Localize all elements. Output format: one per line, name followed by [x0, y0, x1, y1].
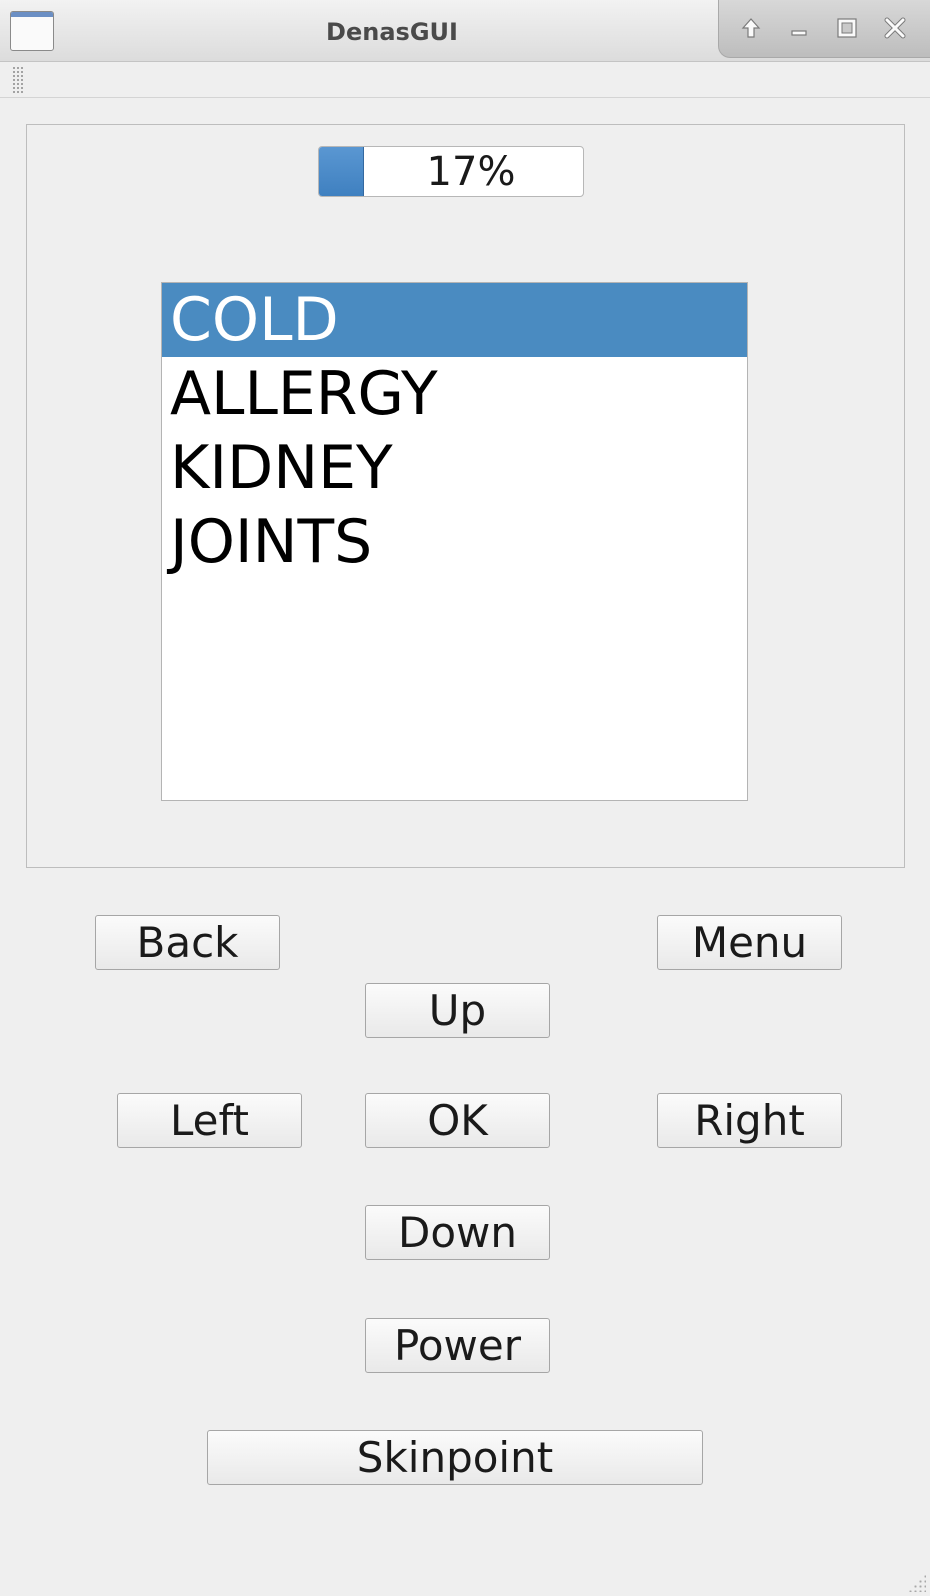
back-button[interactable]: Back: [95, 915, 280, 970]
progress-fill: [319, 147, 364, 196]
program-list[interactable]: COLD ALLERGY KIDNEY JOINTS: [161, 282, 748, 801]
window-controls: [718, 0, 930, 58]
toolbar: [0, 62, 930, 98]
maximize-icon[interactable]: [829, 10, 865, 46]
list-item[interactable]: JOINTS: [162, 505, 747, 579]
window-title: DenasGUI: [326, 18, 458, 46]
menu-button[interactable]: Menu: [657, 915, 842, 970]
keep-above-icon[interactable]: [733, 10, 769, 46]
right-button[interactable]: Right: [657, 1093, 842, 1148]
skinpoint-button[interactable]: Skinpoint: [207, 1430, 703, 1485]
list-item[interactable]: COLD: [162, 283, 747, 357]
power-button[interactable]: Power: [365, 1318, 550, 1373]
down-button[interactable]: Down: [365, 1205, 550, 1260]
progress-bar: 17%: [318, 146, 584, 197]
list-item[interactable]: ALLERGY: [162, 357, 747, 431]
close-icon[interactable]: [877, 10, 913, 46]
resize-grip-icon[interactable]: [908, 1574, 926, 1592]
up-button[interactable]: Up: [365, 983, 550, 1038]
left-button[interactable]: Left: [117, 1093, 302, 1148]
title-bar[interactable]: DenasGUI: [0, 0, 930, 62]
progress-text: 17%: [426, 148, 516, 195]
list-item[interactable]: KIDNEY: [162, 431, 747, 505]
ok-button[interactable]: OK: [365, 1093, 550, 1148]
app-window: DenasGUI 17% COLD ALLERGY KIDNEY JOINTS …: [0, 0, 930, 1596]
minimize-icon[interactable]: [781, 10, 817, 46]
toolbar-grip-icon[interactable]: [12, 66, 24, 94]
